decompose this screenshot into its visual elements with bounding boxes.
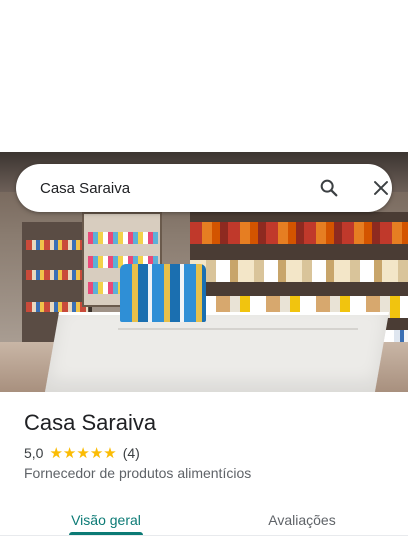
tab-divider xyxy=(0,535,408,536)
map-top-area xyxy=(0,0,408,152)
rating-value: 5,0 xyxy=(24,445,44,461)
place-tabs: Visão geral Avaliações xyxy=(0,500,408,544)
review-count[interactable]: (4) xyxy=(123,445,140,461)
star-icon: ★ xyxy=(62,443,77,462)
star-icon: ★ xyxy=(103,443,117,462)
rating-row[interactable]: 5,0 ★ ★ ★ ★ ★ (4) xyxy=(24,444,140,462)
place-title: Casa Saraiva xyxy=(24,410,157,435)
photo-counter xyxy=(44,312,390,392)
tab-reviews[interactable]: Avaliações xyxy=(252,500,352,540)
search-icon[interactable] xyxy=(318,177,340,199)
photo-product-bags xyxy=(120,264,206,322)
star-icon: ★ xyxy=(49,443,63,462)
search-bar[interactable]: Casa Saraiva xyxy=(16,164,392,212)
star-rating: ★ ★ ★ ★ ★ xyxy=(49,443,117,462)
place-category: Fornecedor de produtos alimentícios xyxy=(24,465,252,481)
star-icon: ★ xyxy=(89,443,104,462)
close-icon[interactable] xyxy=(370,177,392,199)
star-icon: ★ xyxy=(76,443,90,462)
